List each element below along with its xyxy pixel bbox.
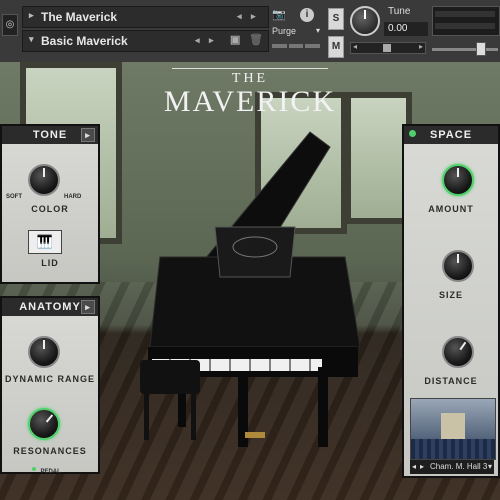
resonances-label: RESONANCES <box>13 446 87 456</box>
distance-knob-pointer <box>459 341 467 351</box>
solo-button[interactable]: S <box>328 8 344 30</box>
purge-menu[interactable]: Purge ▾ <box>272 26 320 40</box>
color-knob-pointer <box>43 168 45 177</box>
volume-handle[interactable] <box>476 42 486 56</box>
prev-instrument-icon[interactable]: ◂ <box>237 11 242 22</box>
logo-line-top <box>172 68 328 69</box>
distance-knob[interactable] <box>442 336 474 368</box>
volume-slider[interactable] <box>432 40 498 56</box>
pedal-led-icon <box>32 466 36 471</box>
tone-panel: TONE ▸ SOFT HARD COLOR 🎹 LID <box>0 124 100 284</box>
level-meter <box>432 6 500 36</box>
dynamic-range-knob-pointer <box>43 340 45 349</box>
preset-dropdown-icon[interactable]: ▾ <box>29 34 34 45</box>
instrument-name: The Maverick <box>41 10 118 24</box>
soft-label: SOFT <box>6 194 22 200</box>
pan-slider[interactable]: ◂ ▸ <box>350 42 426 54</box>
room-dropdown-icon[interactable]: ▾ <box>488 460 492 474</box>
hard-label: HARD <box>64 194 82 200</box>
tone-expand-button[interactable]: ▸ <box>81 128 95 142</box>
dynamic-range-knob[interactable] <box>28 336 60 368</box>
room-preview-image <box>410 398 496 460</box>
space-panel-header: SPACE <box>404 126 498 144</box>
purge-label: Purge <box>272 26 297 36</box>
anatomy-panel: ANATOMY ▸ DYNAMIC RANGE RESONANCES PEDAL <box>0 296 100 475</box>
pan-right-icon: ▸ <box>418 42 423 51</box>
next-instrument-icon[interactable]: ▸ <box>251 11 256 22</box>
size-knob-pointer <box>457 254 459 263</box>
space-power-icon[interactable] <box>409 130 416 137</box>
pan-left-icon: ◂ <box>353 42 358 51</box>
expand-icon[interactable]: ▸ <box>29 10 34 21</box>
dynamic-range-label: DYNAMIC RANGE <box>4 374 95 384</box>
tune-knob[interactable] <box>350 6 380 36</box>
anatomy-title: ANATOMY <box>19 301 81 313</box>
prev-preset-icon[interactable]: ◂ <box>195 35 200 46</box>
preset-name: Basic Maverick <box>41 34 128 48</box>
piano-icon: 🎹 <box>36 234 54 249</box>
anatomy-expand-button[interactable]: ▸ <box>81 300 95 314</box>
save-icon[interactable]: ▣ <box>230 33 240 46</box>
logo-title: THE MAVERICK <box>150 66 350 117</box>
resonances-knob-pointer <box>45 414 54 423</box>
purge-dropdown-icon: ▾ <box>315 26 320 35</box>
space-title: SPACE <box>429 129 473 141</box>
pedal-label: PEDAL <box>40 469 61 475</box>
resonances-knob[interactable] <box>28 408 60 440</box>
amount-label: AMOUNT <box>428 204 474 214</box>
ni-logo-icon[interactable]: ◎ <box>2 14 18 36</box>
room-prev-icon[interactable]: ◂ <box>412 460 416 474</box>
tune-label: Tune <box>388 6 411 17</box>
room-next-icon[interactable]: ▸ <box>420 460 424 474</box>
logo-maverick: MAVERICK <box>163 85 337 118</box>
preset-name-field[interactable]: ▾ Basic Maverick ◂ ▸ ▣ 🗑 <box>22 30 269 52</box>
tone-title: TONE <box>32 129 68 141</box>
amount-knob[interactable] <box>442 164 474 196</box>
space-panel: SPACE AMOUNT SIZE DISTANCE ◂ ▸ Cham. M. … <box>402 124 500 478</box>
size-label: SIZE <box>438 290 463 300</box>
tune-knob-pointer <box>364 10 366 19</box>
pan-handle[interactable] <box>383 44 391 52</box>
color-label: COLOR <box>31 204 69 214</box>
distance-label: DISTANCE <box>424 376 478 386</box>
tune-value-field[interactable]: 0.00 <box>384 22 428 36</box>
next-preset-icon[interactable]: ▸ <box>209 35 214 46</box>
grand-piano-image <box>148 131 361 447</box>
room-selector[interactable]: ◂ ▸ Cham. M. Hall 3 ▾ <box>410 460 494 474</box>
instrument-header: ◎ ▸ The Maverick ◂ ▸ 📷 i ▾ Basic Maveric… <box>0 0 500 63</box>
delete-icon[interactable]: 🗑 <box>249 33 263 46</box>
color-knob[interactable] <box>28 164 60 196</box>
amount-knob-pointer <box>457 168 459 177</box>
instrument-name-field[interactable]: ▸ The Maverick ◂ ▸ <box>22 6 269 28</box>
piano-bench <box>140 360 200 440</box>
lid-button[interactable]: 🎹 <box>28 230 62 254</box>
pedal-indicator[interactable]: PEDAL <box>32 460 61 478</box>
info-icon[interactable]: i <box>300 8 314 22</box>
room-name: Cham. M. Hall 3 <box>430 462 488 471</box>
size-knob[interactable] <box>442 250 474 282</box>
tone-panel-header: TONE ▸ <box>2 126 98 144</box>
mute-button[interactable]: M <box>328 36 344 58</box>
lid-label: LID <box>41 258 59 268</box>
anatomy-panel-header: ANATOMY ▸ <box>2 298 98 316</box>
camera-icon[interactable]: 📷 <box>272 8 288 22</box>
memory-bar <box>272 44 321 48</box>
